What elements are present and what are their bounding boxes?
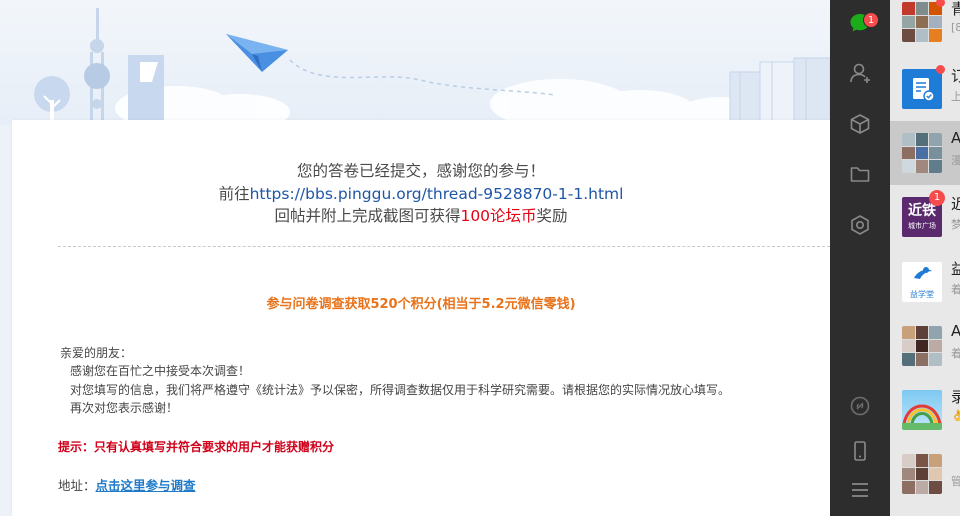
group-avatar [902, 2, 942, 42]
hexagon-icon [851, 215, 869, 235]
address-label: 地址： [58, 477, 96, 493]
conversation-item-active[interactable]: A 漫 [890, 121, 960, 185]
unread-dot [936, 0, 945, 7]
unread-count-badge: 1 [929, 190, 945, 206]
link-icon [850, 396, 870, 416]
conversation-item[interactable]: 近铁 城市广场 1 近 梦 [890, 185, 960, 249]
subscription-avatar [902, 69, 942, 109]
reward-prefix: 回帖并附上完成截图可获得 [274, 207, 461, 225]
phone-icon [854, 441, 866, 461]
tower-icon [84, 8, 110, 122]
paper-plane-icon [226, 34, 556, 96]
city-illustration [34, 8, 830, 125]
conversation-preview: [8 [951, 21, 960, 34]
reward-amount: 100论坛币 [460, 207, 537, 225]
rail-contacts[interactable] [830, 53, 890, 93]
tip-text: 提示：只有认真填写并符合要求的用户才能获赠积分 [58, 439, 335, 454]
building-icon [128, 55, 164, 125]
yixue-avatar: 益学堂 [902, 262, 942, 302]
group-avatar [902, 133, 942, 173]
header-banner [0, 0, 830, 125]
thanks-text: 您的答卷已经提交，感谢您的参与！ [296, 162, 545, 180]
address-line: 地址：点击这里参与调查 [58, 475, 830, 494]
rail-phone[interactable] [830, 431, 890, 471]
conversation-name: 青 [951, 0, 960, 18]
conversation-preview: 漫 [951, 154, 960, 167]
yixue-logo-icon [914, 267, 932, 279]
group-avatar [902, 326, 942, 366]
letter-paragraph: 对您填写的信息，我们将严格遵守《统计法》予以保密，所得调查数据仅用于科学研究需要… [70, 382, 731, 397]
conversation-preview: 着 [951, 283, 960, 296]
thread-link[interactable]: https://bbs.pinggu.org/thread-9528870-1-… [250, 185, 624, 203]
submission-notice: 您的答卷已经提交，感谢您的参与！ 前往https://bbs.pinggu.or… [12, 120, 830, 228]
folder-icon [850, 167, 870, 182]
conversation-item[interactable]: A 着 [890, 314, 960, 378]
conversation-preview: 着 [951, 347, 960, 360]
dashed-divider [58, 245, 830, 247]
conversation-item[interactable]: 青 [8 [890, 0, 960, 54]
survey-card: 您的答卷已经提交，感谢您的参与！ 前往https://bbs.pinggu.or… [12, 120, 830, 516]
letter-paragraph: 感谢您在百忙之中接受本次调查！ [70, 364, 251, 378]
rail-miniprogram[interactable] [830, 386, 890, 426]
chat-unread-badge: 1 [863, 12, 879, 28]
conversation-list: 青 [8 订 上 A 漫 近铁 城市广场 1 近 梦 益学堂 益 着 A 着 录… [890, 0, 960, 516]
letter-paragraph: 再次对您表示感谢！ [70, 401, 179, 415]
rail-favorites[interactable] [830, 104, 890, 144]
conversation-item[interactable]: 益学堂 益 着 [890, 250, 960, 314]
invitation-letter: 亲爱的朋友： 感谢您在百忙之中接受本次调查！ 对您填写的信息，我们将严格遵守《统… [60, 344, 830, 418]
rainbow-icon [902, 404, 942, 430]
plaza-logo-sub: 城市广场 [908, 222, 936, 230]
books-icon [729, 57, 830, 125]
reward-suffix: 奖励 [536, 207, 568, 225]
conversation-item[interactable]: 管 [890, 442, 960, 506]
unread-dot [936, 65, 945, 74]
rainbow-avatar [902, 390, 942, 430]
sidebar-rail: 1 [830, 0, 890, 516]
rail-chats[interactable]: 1 [830, 3, 890, 43]
conversation-item[interactable]: 订 上 [890, 57, 960, 121]
menu-icon [852, 483, 868, 497]
survey-link[interactable]: 点击这里参与调查 [96, 478, 196, 493]
letter-greeting: 亲爱的朋友： [60, 345, 133, 360]
rail-moments[interactable] [830, 205, 890, 245]
conversation-name: 订 [951, 67, 960, 85]
goto-prefix: 前往 [218, 184, 250, 203]
tree-icon [34, 76, 70, 122]
document-check-icon [913, 78, 935, 102]
promo-title: 参与问卷调查获取520个积分(相当于5.2元微信零钱) [266, 296, 576, 312]
conversation-preview: 👌 [951, 409, 960, 422]
conversation-item[interactable]: 录 👌 [890, 378, 960, 442]
rail-files[interactable] [830, 154, 890, 194]
conversation-name: 录 [951, 388, 960, 406]
conversation-name: 近 [951, 195, 960, 213]
reward-line: 回帖并附上完成截图可获得100论坛币奖励 [12, 205, 830, 228]
rail-menu[interactable] [830, 470, 890, 510]
contacts-icon [850, 63, 870, 83]
cube-icon [850, 114, 870, 134]
group-avatar [902, 454, 942, 494]
yixue-logo-text: 益学堂 [910, 290, 934, 299]
conversation-name: 益 [951, 260, 960, 278]
conversation-name: A [951, 322, 960, 340]
conversation-preview: 管 [951, 475, 960, 488]
conversation-preview: 上 [951, 90, 960, 103]
conversation-preview: 梦 [951, 218, 960, 231]
conversation-name: A [951, 129, 960, 147]
goto-line: 前往https://bbs.pinggu.org/thread-9528870-… [12, 183, 830, 206]
